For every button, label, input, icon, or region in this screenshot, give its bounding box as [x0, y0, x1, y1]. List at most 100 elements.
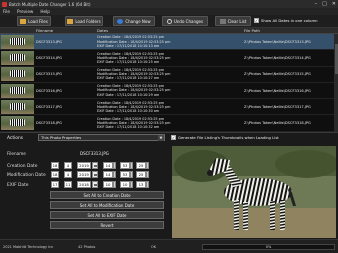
checkbox-mark-icon: ✓ — [254, 17, 259, 23]
photo-thumbnail — [1, 50, 34, 65]
photo-thumbnail — [1, 67, 34, 82]
table-row[interactable]: DSCF3313.JPG Creation Date : 18/4/2019 02… — [0, 34, 338, 51]
checkbox-mark-icon: ✓ — [171, 134, 176, 140]
row-exif-date: EXIF Date : 17/11/2018 10:10:13 am — [97, 43, 160, 48]
row-exif-date: EXIF Date : 17/11/2018 10:10:30 am — [97, 108, 160, 113]
table-scrollbar[interactable] — [334, 34, 338, 132]
modification-hh-field[interactable]: 14 — [103, 171, 113, 178]
minimize-icon[interactable]: – — [315, 1, 318, 7]
row-dates: Creation Date : 18/4/2019 02:53:25 pm Mod… — [97, 68, 244, 81]
change-now-label: Change Now — [125, 18, 151, 24]
table-row[interactable]: DSCF3315.JPG Creation Date : 18/4/2019 02… — [0, 67, 338, 83]
exif-ss-field[interactable]: 13 — [136, 181, 146, 188]
spinner-icon[interactable] — [130, 181, 133, 188]
spinner-icon[interactable] — [113, 162, 116, 169]
undo-icon — [166, 18, 172, 24]
creation-date-label: Creation Date — [7, 164, 38, 169]
arrow-icon — [117, 18, 124, 24]
creation-m-field[interactable]: 4 — [64, 162, 72, 169]
exif-mm-field[interactable]: 10 — [120, 181, 130, 188]
modification-mm-field[interactable]: 53 — [120, 171, 130, 178]
row-file-path: Z:\Photos Taken\Nellie\DSCF3314.JPG — [244, 55, 311, 60]
change-now-button[interactable]: Change Now — [113, 16, 155, 26]
exif-y-field[interactable]: 2018 — [77, 181, 91, 188]
exif-d-field[interactable]: 17 — [51, 181, 59, 188]
modification-d-field[interactable]: 18 — [51, 171, 59, 178]
calendar-icon[interactable] — [92, 171, 98, 178]
modification-ss-field[interactable]: 25 — [136, 171, 146, 178]
creation-d-field[interactable]: 18 — [51, 162, 59, 169]
row-file-path: Z:\Photos Taken\Nellie\DSCF3313.JPG — [244, 39, 311, 44]
exif-hh-field[interactable]: 10 — [103, 181, 113, 188]
row-file-path: Z:\Photos Taken\Nellie\DSCF3315.JPG — [244, 72, 311, 77]
spinner-icon[interactable] — [146, 181, 149, 188]
row-filename: DSCF3318.JPG — [36, 121, 62, 126]
calendar-icon[interactable] — [92, 162, 98, 169]
row-file-path: Z:\Photos Taken\Nellie\DSCF3317.JPG — [244, 104, 311, 109]
spinner-icon[interactable] — [146, 162, 149, 169]
menu-preview[interactable]: Preview — [17, 9, 33, 14]
file-table: Filename Dates File Path DSCF3313.JPG Cre… — [0, 28, 338, 132]
undo-changes-button[interactable]: Undo Changes — [162, 16, 208, 26]
menu-file[interactable]: File — [3, 9, 10, 14]
column-file-path[interactable]: File Path — [244, 28, 338, 33]
modification-date-label: Modification Date — [7, 173, 46, 178]
creation-y-field[interactable]: 2019 — [77, 162, 91, 169]
photo-thumbnail — [1, 34, 34, 49]
spinner-icon[interactable] — [113, 181, 116, 188]
row-dates: Creation Date : 18/4/2019 02:53:25 pm Mod… — [97, 117, 244, 130]
photo-count: 42 Photos — [78, 245, 96, 249]
column-filename[interactable]: Filename — [35, 28, 97, 33]
table-row[interactable]: DSCF3318.JPG Creation Date : 18/4/2019 02… — [0, 115, 338, 132]
set-all-modification-button[interactable]: Set All to Modification Date — [50, 201, 164, 209]
row-filename: DSCF3316.JPG — [36, 88, 62, 93]
row-dates: Creation Date : 18/4/2019 02:53:25 pm Mod… — [97, 35, 244, 48]
actions-dropdown[interactable]: This Photo Properties ▼ — [38, 134, 165, 141]
photo-thumbnail — [1, 83, 34, 98]
modification-y-field[interactable]: 2019 — [77, 171, 91, 178]
set-all-creation-button[interactable]: Set All to Creation Date — [50, 191, 164, 199]
table-row[interactable]: DSCF3316.JPG Creation Date : 18/4/2019 02… — [0, 83, 338, 100]
load-folders-button[interactable]: Load Folders — [65, 16, 103, 26]
status-ok: OK — [151, 245, 157, 249]
maximize-icon[interactable]: □ — [322, 1, 327, 7]
exif-date-label: EXIF Date — [7, 183, 29, 188]
creation-mm-field[interactable]: 53 — [120, 162, 130, 169]
filename-value: DSCF3313.JPG — [80, 151, 109, 156]
table-row[interactable]: DSCF3314.JPG Creation Date : 18/4/2019 02… — [0, 50, 338, 67]
menu-bar: File Preview Help — [0, 8, 338, 15]
set-all-exif-button[interactable]: Set All to EXIF Date — [50, 211, 164, 219]
close-icon[interactable]: ✕ — [332, 1, 336, 7]
spinner-icon[interactable] — [130, 162, 133, 169]
spinner-icon[interactable] — [130, 171, 133, 178]
modification-m-field[interactable]: 4 — [64, 171, 72, 178]
revert-button[interactable]: Revert — [50, 221, 164, 229]
title-bar: Batch Multiple Date Changer 1.6 (64 Bit)… — [0, 0, 338, 8]
show-all-dates-checkbox[interactable]: ✓ Show All Dates in one column — [254, 18, 318, 23]
column-dates[interactable]: Dates — [97, 28, 244, 33]
row-file-path: Z:\Photos Taken\Nellie\DSCF3318.JPG — [244, 121, 311, 126]
filename-label: Filename — [7, 151, 26, 156]
calendar-icon[interactable] — [92, 181, 98, 188]
load-files-button[interactable]: Load Files — [17, 16, 51, 26]
zebra-photo — [172, 146, 336, 238]
photo-thumbnail — [1, 99, 34, 114]
scrollbar-thumb[interactable] — [334, 44, 338, 74]
chevron-down-icon[interactable]: ▼ — [158, 135, 164, 141]
creation-ss-field[interactable]: 25 — [136, 162, 146, 169]
generate-thumbnails-checkbox[interactable]: ✓ Generate File Listing's Thumbnails whe… — [171, 135, 279, 140]
app-icon — [2, 1, 7, 7]
row-exif-date: EXIF Date : 17/11/2018 10:10:32 am — [97, 125, 160, 130]
table-row[interactable]: DSCF3317.JPG Creation Date : 18/4/2019 02… — [0, 99, 338, 116]
spinner-icon[interactable] — [113, 171, 116, 178]
folder-icon — [67, 18, 74, 24]
menu-help[interactable]: Help — [40, 9, 50, 14]
creation-hh-field[interactable]: 14 — [103, 162, 113, 169]
window-controls: – □ ✕ — [315, 1, 336, 7]
clear-list-label: Clear List — [227, 18, 247, 24]
row-exif-date: EXIF Date : 17/11/2018 10:10:25 am — [97, 60, 160, 65]
spinner-icon[interactable] — [146, 171, 149, 178]
clear-list-button[interactable]: Clear List — [215, 16, 251, 26]
show-all-dates-label: Show All Dates in one column — [261, 18, 318, 23]
exif-m-field[interactable]: 11 — [64, 181, 72, 188]
